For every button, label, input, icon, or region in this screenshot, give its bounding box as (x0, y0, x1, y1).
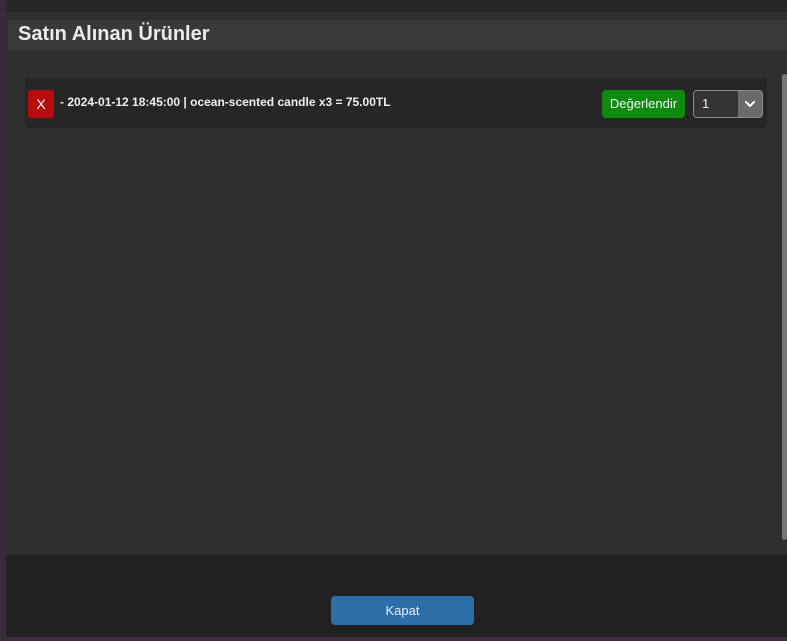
close-button[interactable]: Kapat (331, 596, 474, 625)
rating-select[interactable]: 1 (693, 90, 763, 118)
rate-button[interactable]: Değerlendir (602, 90, 685, 118)
purchase-list: X - 2024-01-12 18:45:00 | ocean-scented … (6, 50, 787, 555)
title-bar: Satın Alınan Ürünler (8, 20, 787, 50)
remove-item-button[interactable]: X (28, 90, 54, 118)
dialog-title: Satın Alınan Ürünler (18, 23, 210, 45)
purchase-row: X - 2024-01-12 18:45:00 | ocean-scented … (25, 78, 767, 128)
rating-value: 1 (702, 96, 710, 111)
chevron-down-icon[interactable] (738, 91, 762, 117)
purchased-items-dialog: Satın Alınan Ürünler X - 2024-01-12 18:4… (6, 0, 787, 637)
top-strip (6, 0, 787, 12)
purchase-details: - 2024-01-12 18:45:00 | ocean-scented ca… (60, 95, 391, 109)
vertical-scrollbar[interactable] (782, 74, 787, 540)
dialog-footer: Kapat (6, 555, 787, 637)
